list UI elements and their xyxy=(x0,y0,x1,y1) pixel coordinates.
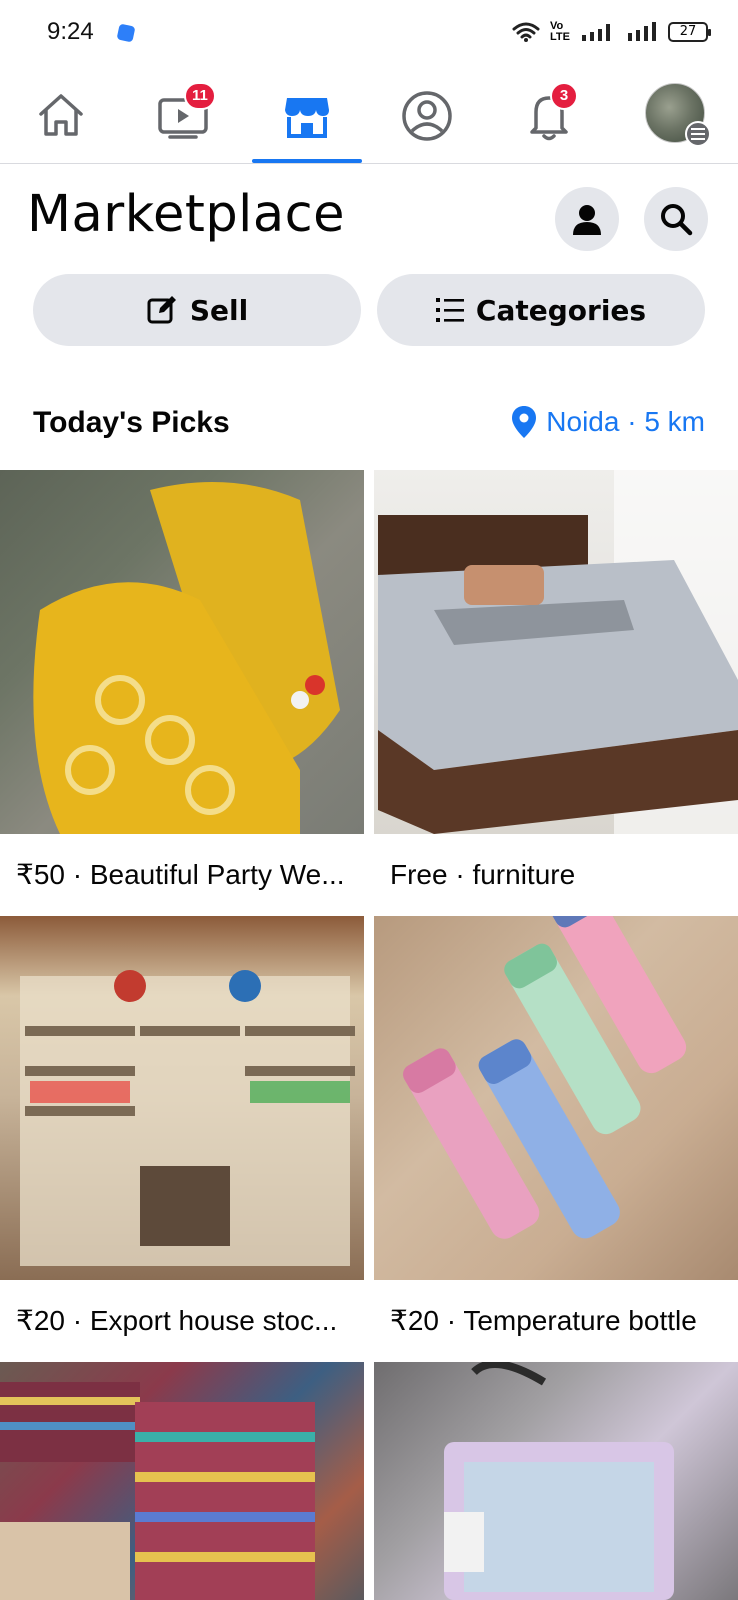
signal-icon xyxy=(582,24,610,41)
wifi-icon xyxy=(512,22,540,42)
tab-home[interactable] xyxy=(6,70,116,162)
status-time: 9:24 xyxy=(47,18,94,45)
marketplace-profile-button[interactable] xyxy=(555,187,619,251)
home-icon xyxy=(39,94,83,136)
sell-label: Sell xyxy=(189,293,249,327)
listing-label: Free · furniture xyxy=(390,859,576,890)
listing-label: ₹20 · Temperature bottle xyxy=(390,1305,697,1336)
listing-card[interactable]: ₹20 · Temperature bottle xyxy=(374,916,738,1362)
signal-icon-2 xyxy=(628,22,656,41)
status-indicators: Vo LTE 27 xyxy=(512,18,711,46)
volte-label: Vo LTE xyxy=(550,20,570,43)
tab-watch[interactable]: 11 xyxy=(128,70,238,162)
listing-image xyxy=(374,916,738,1280)
tab-profile[interactable] xyxy=(372,70,482,162)
listing-image xyxy=(0,1362,364,1600)
location-pin-icon xyxy=(512,406,537,438)
search-button[interactable] xyxy=(644,187,708,251)
listing-image xyxy=(0,470,364,834)
search-icon xyxy=(661,204,693,236)
listing-image xyxy=(0,916,364,1280)
list-icon xyxy=(435,298,464,322)
tab-notifications[interactable]: 3 xyxy=(494,70,604,162)
listing-card[interactable]: Free · furniture xyxy=(374,470,738,916)
sell-button[interactable]: Sell xyxy=(33,274,361,346)
marketplace-icon xyxy=(285,98,329,138)
listing-label: ₹20 · Export house stoc... xyxy=(16,1305,338,1336)
notifications-badge: 3 xyxy=(550,82,578,110)
location-filter[interactable]: Noida · 5 km xyxy=(512,406,705,438)
listing-label: ₹50 · Beautiful Party We... xyxy=(16,859,345,890)
active-tab-indicator xyxy=(252,159,362,163)
listing-image xyxy=(374,1362,738,1600)
section-title: Today's Picks xyxy=(33,406,230,439)
person-icon xyxy=(573,205,601,235)
listing-image xyxy=(374,470,738,834)
menu-icon xyxy=(685,121,711,147)
categories-label: Categories xyxy=(475,293,647,327)
edit-icon xyxy=(147,296,176,324)
profile-icon xyxy=(402,91,452,141)
battery-indicator: 27 xyxy=(668,22,711,42)
categories-button[interactable]: Categories xyxy=(377,274,705,346)
page-title: Marketplace xyxy=(27,185,346,244)
tab-menu[interactable] xyxy=(645,83,711,147)
status-bar: 9:24 Vo LTE 27 xyxy=(0,0,738,66)
watch-badge: 11 xyxy=(184,82,216,110)
location-label: Noida · 5 km xyxy=(546,406,705,437)
top-nav: 11 3 xyxy=(0,70,738,164)
tab-marketplace[interactable] xyxy=(252,70,362,162)
listing-card[interactable]: ₹50 · Beautiful Party We... xyxy=(0,470,364,916)
listing-card[interactable] xyxy=(0,1362,364,1600)
listing-card[interactable]: ₹20 · Export house stoc... xyxy=(0,916,364,1362)
listing-card[interactable] xyxy=(374,1362,738,1600)
app-notification-icon xyxy=(116,23,136,43)
